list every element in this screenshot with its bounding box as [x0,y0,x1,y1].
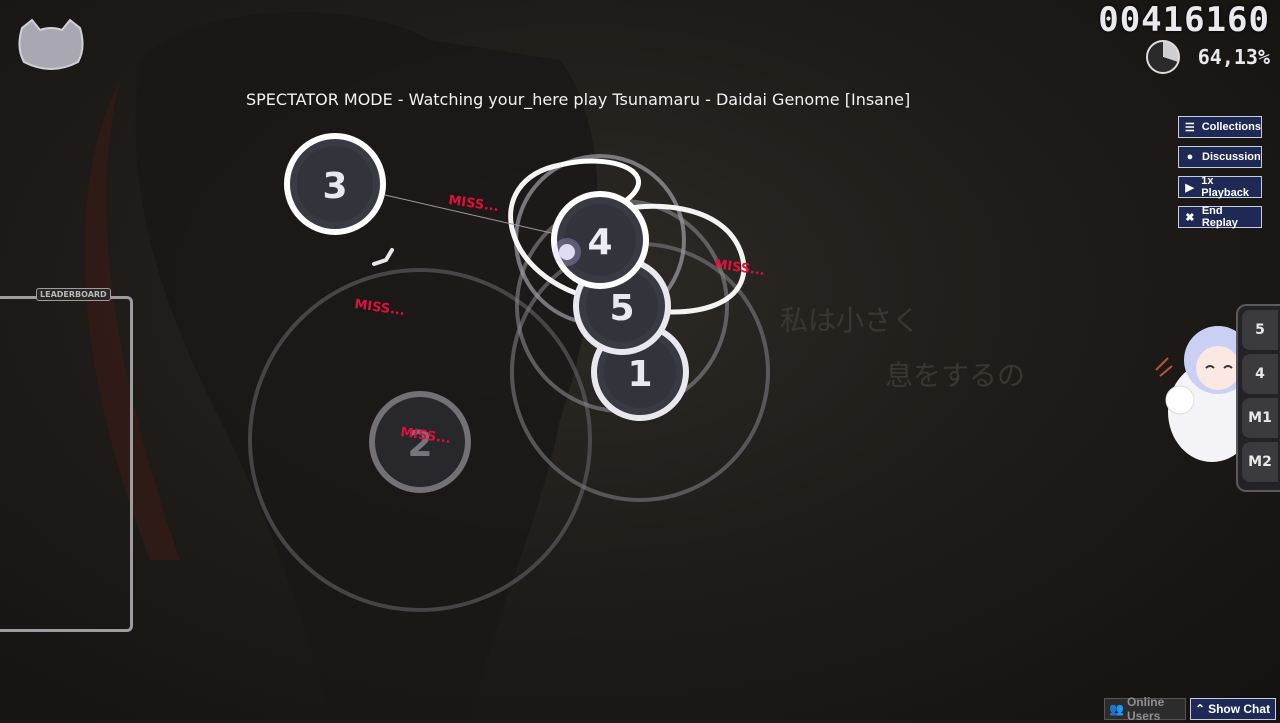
lyric-line-1: 私は小さく [780,304,920,337]
svg-text:3: 3 [322,166,347,207]
approach-circle-4 [514,154,686,326]
key-m2: M2 [1242,442,1278,482]
online-users-button[interactable]: 👥 Online Users [1104,695,1186,723]
discussion-button[interactable]: ● Discussion [1178,146,1262,168]
hit-circle-1[interactable]: 1 [591,323,689,421]
slider-track [508,162,747,315]
miss-judgement: MISS... [447,193,499,215]
miss-judgement: MISS... [353,297,405,319]
cursor-trail [372,248,394,266]
close-icon: ✖ [1185,211,1195,224]
key-k1: 5 [1242,310,1278,350]
key-k2: 4 [1242,354,1278,394]
accuracy-value: 64,13% [1197,45,1270,69]
svg-text:2: 2 [407,424,432,465]
collections-label: Collections [1201,121,1261,133]
list-icon: ☰ [1184,121,1195,134]
spectator-banner: SPECTATOR MODE - Watching your_here play… [246,90,911,109]
discussion-label: Discussion [1202,151,1261,163]
svg-text:4: 4 [587,222,612,263]
accuracy-row: 64,13% [1145,40,1270,74]
cursor-glow [553,238,581,266]
approach-circle-5 [515,199,729,413]
key-overlay: 5 4 M1 M2 [1236,304,1280,492]
lyric-line-2: 息をするの [885,359,1025,392]
miss-judgement: MISS... [713,257,765,279]
chat-bubble-icon: ● [1186,151,1194,163]
slider-head [559,158,641,218]
svg-text:5: 5 [609,288,634,329]
playback-label: 1x Playback [1201,175,1249,199]
hit-circle-3[interactable]: 3 [284,133,386,235]
online-users-label: Online Users [1126,695,1165,723]
chevron-up-icon: ⌃ [1195,702,1206,716]
song-progress-pie [1145,40,1180,74]
leaderboard-panel [0,296,133,632]
show-chat-label: Show Chat [1208,702,1271,716]
collections-button[interactable]: ☰ Collections [1178,116,1262,138]
play-icon: ▶ [1185,181,1194,194]
miss-judgement: MISS... [399,425,451,447]
playback-speed-button[interactable]: ▶ 1x Playback [1178,175,1262,199]
hit-circle-5[interactable]: 5 [573,257,671,355]
follow-point-line [384,194,561,236]
mascot-character [1155,326,1250,462]
users-icon: 👥 [1109,702,1124,716]
end-replay-button[interactable]: ✖ End Replay [1178,205,1262,229]
hit-circle-2[interactable]: 2 [369,391,471,493]
leaderboard-label: LEADERBOARD [36,288,111,301]
score-counter: 00416160 [1098,0,1270,40]
approach-circle-2 [248,268,592,612]
key-m1: M1 [1242,398,1278,438]
end-replay-label: End Replay [1201,205,1238,229]
cursor [559,244,575,260]
show-chat-button[interactable]: ⌃ Show Chat [1190,698,1276,720]
hit-circle-4[interactable]: 4 [551,191,649,289]
approach-circle-1 [510,242,770,502]
svg-text:1: 1 [627,354,652,395]
cat-head-icon [18,18,84,70]
